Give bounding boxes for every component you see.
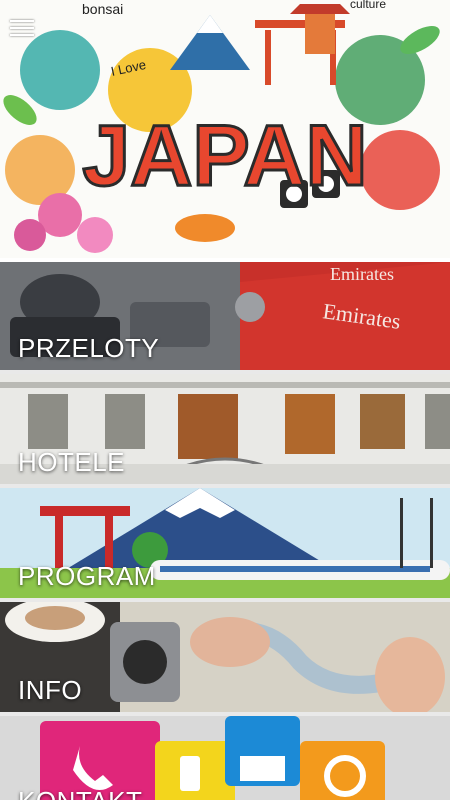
menu-tile-przeloty[interactable]: Emirates Emirates PRZELOTY xyxy=(0,262,450,370)
japan-banner: JAPAN bonsai I Love culture xyxy=(0,0,450,258)
menu-tile-kontakt[interactable]: KONTAKT xyxy=(0,716,450,800)
banner-word-bonsai: bonsai xyxy=(82,1,123,17)
menu-tile-info[interactable]: INFO xyxy=(0,602,450,712)
menu-tile-hotele[interactable]: HOTELE xyxy=(0,374,450,484)
tile-label-przeloty: PRZELOTY xyxy=(18,333,160,363)
tile-label-program: PROGRAM xyxy=(18,561,156,591)
japan-doodle-illustration: JAPAN bonsai I Love culture xyxy=(0,0,450,258)
emirates-logo-text: Emirates xyxy=(330,264,394,284)
hamburger-menu-icon[interactable] xyxy=(10,20,34,38)
tile-label-hotele: HOTELE xyxy=(18,447,126,477)
menu-tile-program[interactable]: PROGRAM xyxy=(0,488,450,598)
banner-title: JAPAN xyxy=(82,108,367,204)
tile-label-info: INFO xyxy=(18,675,83,705)
tile-label-kontakt: KONTAKT xyxy=(18,786,142,800)
banner-word-culture: culture xyxy=(350,0,386,11)
